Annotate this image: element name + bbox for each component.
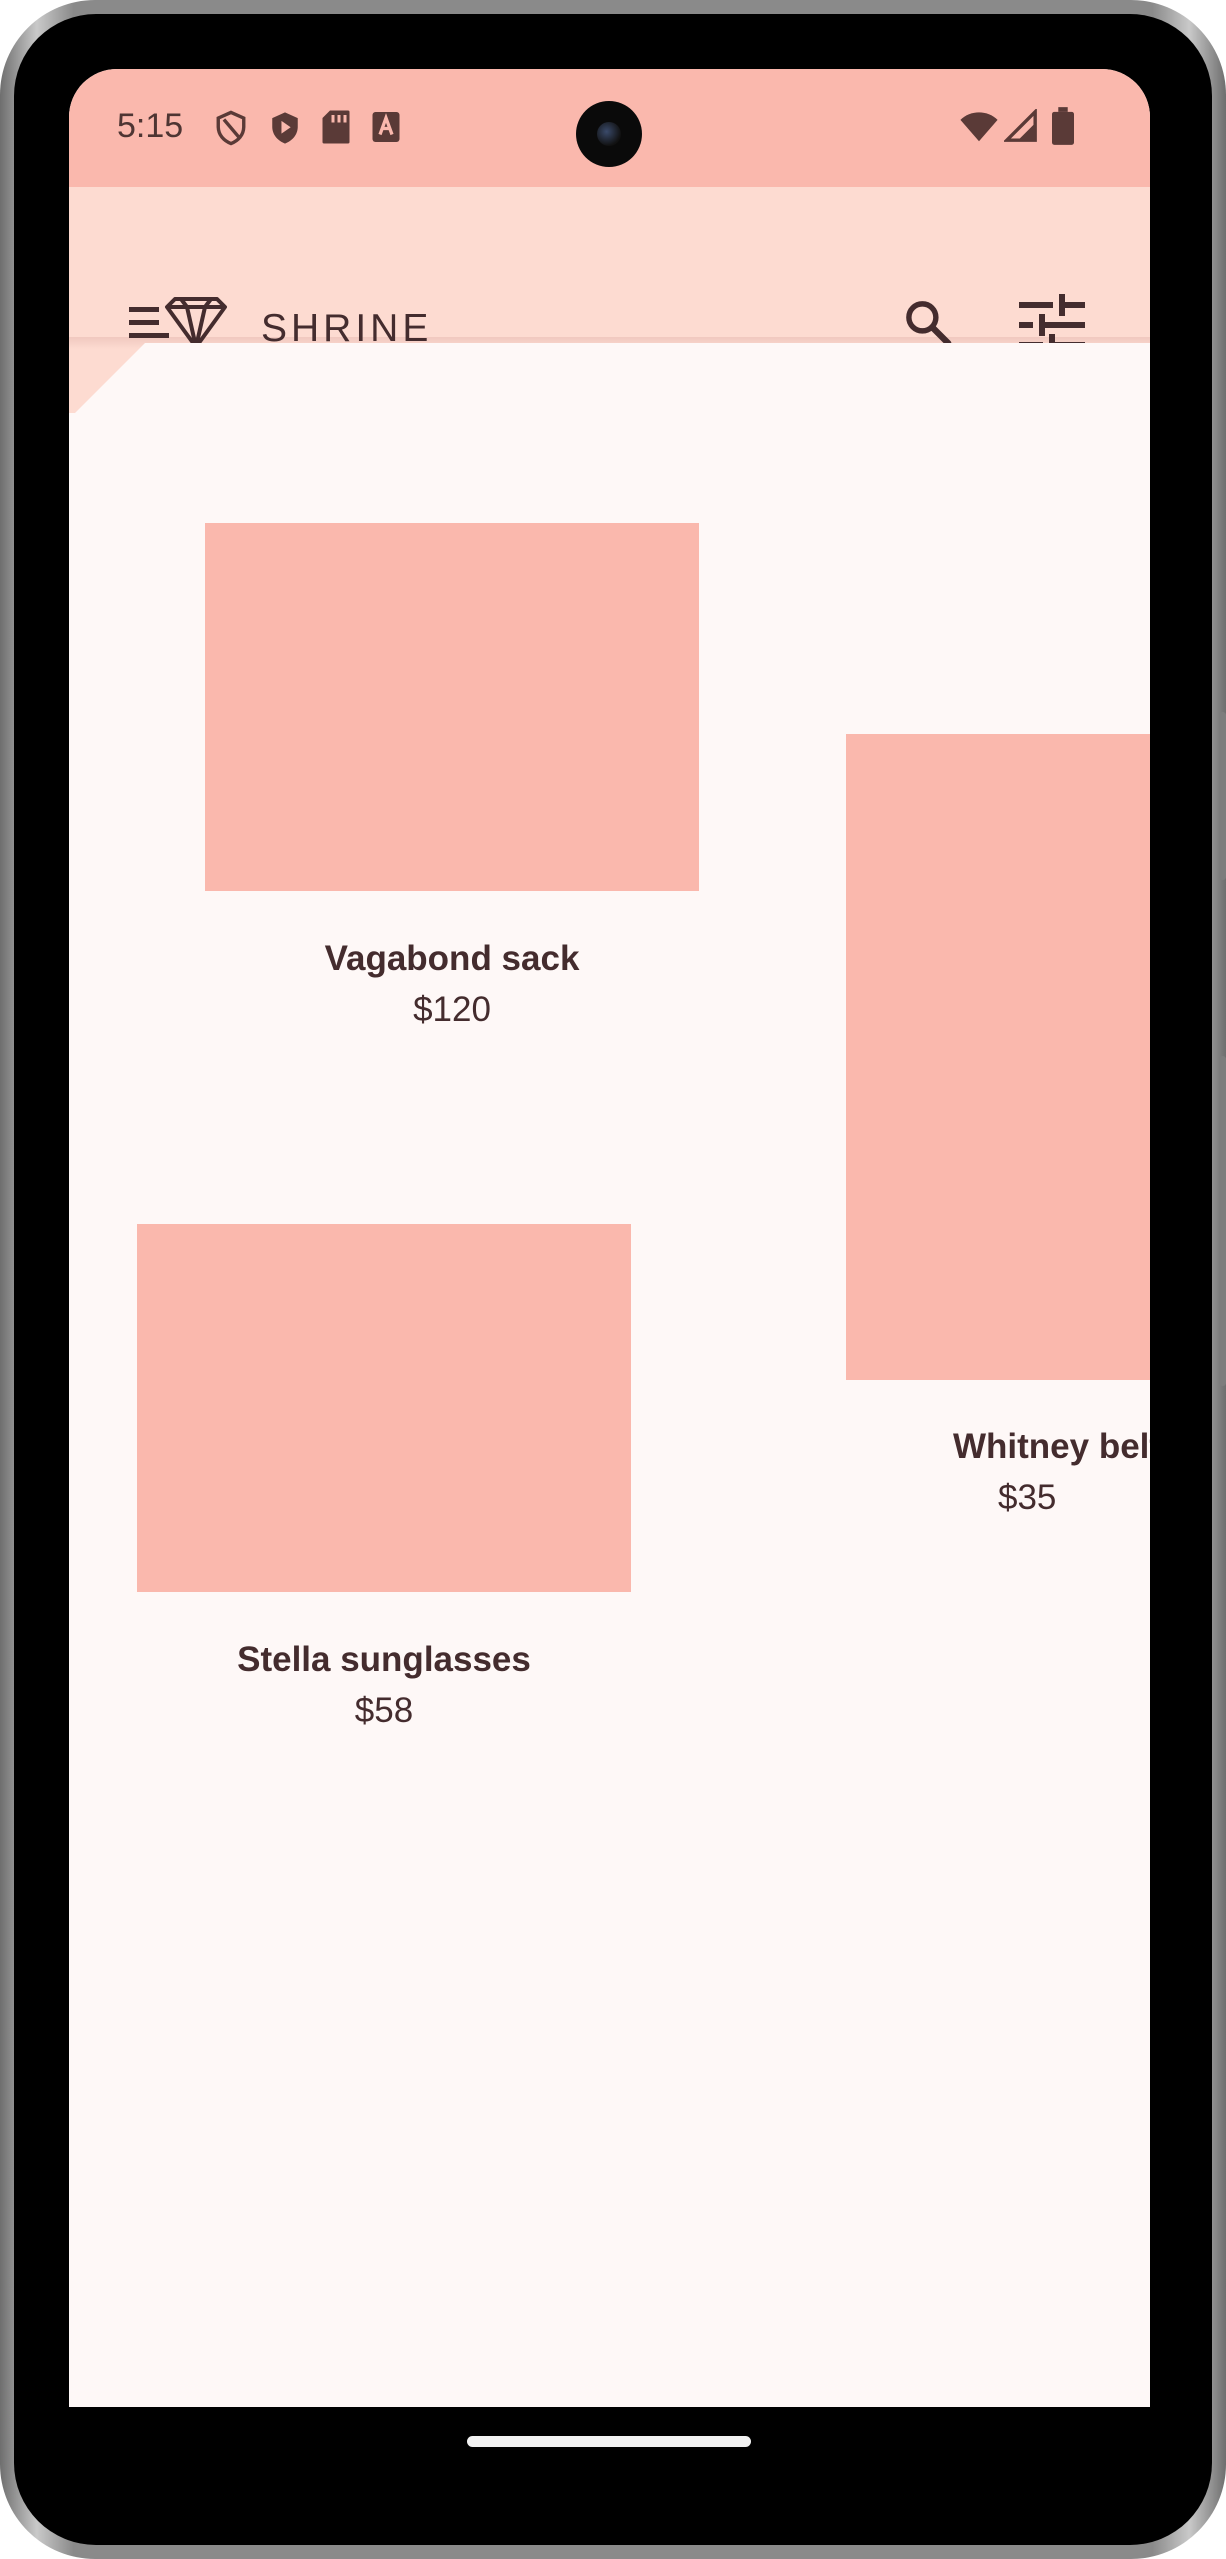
product-price: $120 bbox=[413, 990, 491, 1029]
search-icon bbox=[906, 301, 952, 347]
product-price: $58 bbox=[354, 1691, 414, 1730]
shield-play-icon bbox=[272, 112, 298, 144]
product-price: $35 bbox=[998, 1478, 1057, 1517]
product-image-whitney-belt[interactable] bbox=[846, 734, 1150, 1380]
cell-signal-icon bbox=[1004, 109, 1037, 142]
volume-button bbox=[1219, 1056, 1226, 1386]
gesture-nav-handle[interactable] bbox=[467, 2436, 751, 2447]
product-name: Stella sunglasses bbox=[237, 1640, 531, 1679]
wifi-icon bbox=[960, 112, 998, 142]
screen: 5:15 SHRINE Vagabond sack $120 Whitney b… bbox=[69, 69, 1150, 2407]
product-name: Whitney belt bbox=[953, 1427, 1150, 1466]
keyboard-a-icon bbox=[372, 112, 400, 142]
power-button bbox=[1219, 712, 1226, 880]
status-bar: 5:15 bbox=[69, 69, 1150, 187]
product-caption-clip: Whitney belt $35 bbox=[846, 1427, 1150, 1537]
front-camera bbox=[576, 101, 642, 167]
battery-icon bbox=[1052, 107, 1074, 145]
product-name: Vagabond sack bbox=[324, 939, 580, 978]
shield-outline-icon bbox=[216, 110, 246, 146]
sd-card-icon bbox=[322, 110, 350, 144]
product-image-stella-sunglasses[interactable] bbox=[137, 1224, 631, 1592]
menu-diamond-icon bbox=[129, 297, 227, 349]
product-image-vagabond-sack[interactable] bbox=[205, 523, 699, 891]
status-time: 5:15 bbox=[117, 107, 184, 145]
